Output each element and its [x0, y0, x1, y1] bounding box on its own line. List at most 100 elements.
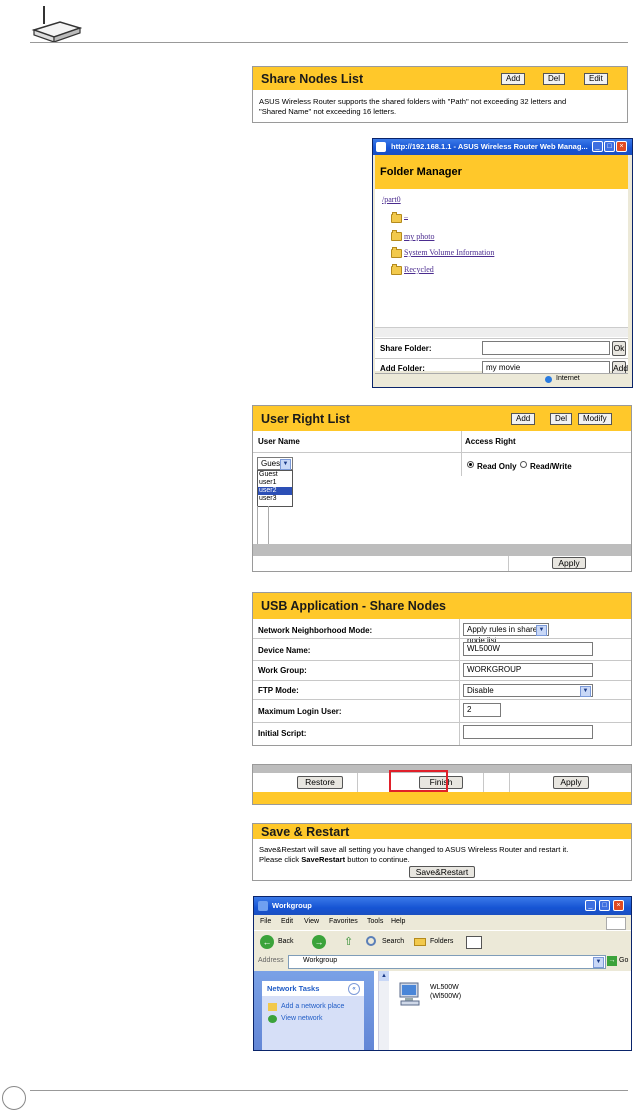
apply-button[interactable]: Apply [553, 776, 589, 789]
menu-favorites[interactable]: Favorites [329, 915, 358, 929]
folder-manager-window: http://192.168.1.1 - ASUS Wireless Route… [372, 138, 633, 388]
folder-manager-body: Folder Manager /part0 .. my photo System… [375, 155, 628, 376]
add-network-place-link[interactable]: Add a network place [281, 1003, 344, 1010]
network-neighborhood-select[interactable]: Apply rules in shared node list ▼ [463, 623, 549, 645]
address-input[interactable]: Workgroup ▼ [288, 955, 606, 969]
share-nodes-note-2: "Shared Name" not exceeding 16 letters. [259, 107, 397, 116]
usb-share-nodes-title: USB Application - Share Nodes [261, 599, 446, 613]
save-restart-panel: Save & Restart Save&Restart will save al… [252, 823, 632, 881]
ok-button[interactable]: Ok [612, 341, 626, 356]
computer-icon[interactable] [397, 981, 423, 1007]
folder-icon [391, 230, 402, 241]
read-write-label: Read/Write [530, 462, 572, 471]
maximize-icon[interactable]: □ [604, 141, 615, 152]
user-option-user2[interactable]: user2 [258, 487, 292, 495]
share-nodes-title: Share Nodes List [261, 72, 364, 86]
network-icon [258, 901, 268, 911]
forward-icon[interactable]: → [312, 935, 326, 949]
user-option-guest[interactable]: Guest [258, 471, 292, 479]
ie-icon [376, 142, 386, 152]
folder-link-my-photo[interactable]: my photo [404, 232, 434, 241]
folder-icon [391, 247, 402, 258]
share-nodes-header: Share Nodes List Add Del Edit [253, 67, 627, 90]
up-folder-icon[interactable]: ⇧ [344, 935, 356, 949]
chevron-down-icon: ▼ [280, 459, 291, 470]
vertical-scrollbar[interactable]: ▲ [378, 971, 389, 1050]
ftp-mode-select[interactable]: Disable ▼ [463, 684, 593, 697]
user-select[interactable]: Guest ▼ [257, 457, 293, 470]
menu-edit[interactable]: Edit [281, 915, 293, 929]
folder-link-system-volume[interactable]: System Volume Information [404, 248, 494, 257]
edit-button[interactable]: Edit [584, 73, 608, 85]
address-label: Address [258, 957, 284, 964]
go-label[interactable]: Go [619, 957, 628, 964]
toolbar: ← Back → ⇧ Search Folders [254, 930, 631, 953]
del-button[interactable]: Del [543, 73, 566, 85]
maximize-icon[interactable]: □ [599, 900, 610, 911]
folder-root-link[interactable]: /part0 [382, 195, 401, 204]
max-login-user-input[interactable]: 2 [463, 703, 501, 717]
device-subtitle-text[interactable]: (Wl500W) [430, 993, 461, 1000]
go-arrow-icon[interactable]: → [607, 956, 617, 966]
menu-bar: File Edit View Favorites Tools Help [254, 915, 631, 930]
initial-script-label: Initial Script: [258, 729, 307, 738]
add-user-button[interactable]: Add [511, 413, 536, 425]
add-folder-label: Add Folder: [380, 364, 425, 373]
action-bar-panel: Restore Finish Apply [252, 764, 632, 805]
minimize-icon[interactable]: _ [585, 900, 596, 911]
globe-icon [545, 376, 552, 383]
save-restart-button[interactable]: Save&Restart [409, 866, 475, 878]
user-right-panel: User Right List Add Del Modify User Name… [252, 405, 632, 572]
max-login-user-label: Maximum Login User: [258, 707, 342, 716]
folder-link-recycled[interactable]: Recycled [404, 265, 434, 274]
apply-user-right-button[interactable]: Apply [552, 557, 586, 569]
chevron-down-icon[interactable]: ▼ [593, 957, 604, 968]
restore-button[interactable]: Restore [297, 776, 343, 789]
folder-icon [391, 212, 402, 223]
search-label[interactable]: Search [382, 938, 404, 945]
search-icon[interactable] [366, 936, 376, 946]
menu-file[interactable]: File [260, 915, 271, 929]
folders-icon[interactable] [414, 938, 426, 946]
read-only-radio[interactable] [467, 461, 474, 468]
menu-view[interactable]: View [304, 915, 319, 929]
ftp-mode-label: FTP Mode: [258, 686, 299, 695]
share-folder-input[interactable] [482, 341, 610, 355]
menu-help[interactable]: Help [391, 915, 405, 929]
close-icon[interactable]: × [613, 900, 624, 911]
close-icon[interactable]: × [616, 141, 627, 152]
work-group-input[interactable]: WORKGROUP [463, 663, 593, 677]
del-user-button[interactable]: Del [550, 413, 573, 425]
page-number-circle [2, 1086, 26, 1110]
explorer-content: Network Tasks « Add a network place View… [254, 971, 631, 1050]
read-write-radio[interactable] [520, 461, 527, 468]
views-icon[interactable] [466, 936, 482, 949]
workgroup-titlebar: Workgroup [254, 897, 631, 915]
read-only-label: Read Only [477, 462, 517, 471]
modify-user-button[interactable]: Modify [578, 413, 612, 425]
back-label[interactable]: Back [278, 938, 294, 945]
add-button[interactable]: Add [501, 73, 526, 85]
user-option-user3[interactable]: user3 [258, 495, 292, 503]
collapse-icon[interactable]: « [348, 983, 360, 995]
initial-script-input[interactable] [463, 725, 593, 739]
device-name-text[interactable]: WL500W [430, 984, 459, 991]
user-name-header: User Name [258, 437, 300, 446]
device-name-input[interactable]: WL500W [463, 642, 593, 656]
folders-label[interactable]: Folders [430, 938, 453, 945]
folder-link-parent[interactable]: .. [404, 211, 408, 220]
workgroup-window: Workgroup _ □ × File Edit View Favorites… [253, 896, 632, 1051]
network-tasks-header: Network Tasks « [262, 981, 364, 996]
usb-share-nodes-panel: USB Application - Share Nodes Network Ne… [252, 592, 632, 746]
user-option-user1[interactable]: user1 [258, 479, 292, 487]
save-restart-title: Save & Restart [261, 825, 350, 839]
share-nodes-note-1: ASUS Wireless Router supports the shared… [259, 97, 567, 106]
network-tasks-title: Network Tasks [267, 984, 320, 993]
back-icon[interactable]: ← [260, 935, 274, 949]
menu-tools[interactable]: Tools [367, 915, 383, 929]
save-restart-line-1: Save&Restart will save all setting you h… [259, 845, 569, 854]
horizontal-scrollbar[interactable] [375, 327, 628, 337]
minimize-icon[interactable]: _ [592, 141, 603, 152]
status-bar: Internet [375, 373, 628, 386]
view-network-link[interactable]: View network [281, 1015, 323, 1022]
